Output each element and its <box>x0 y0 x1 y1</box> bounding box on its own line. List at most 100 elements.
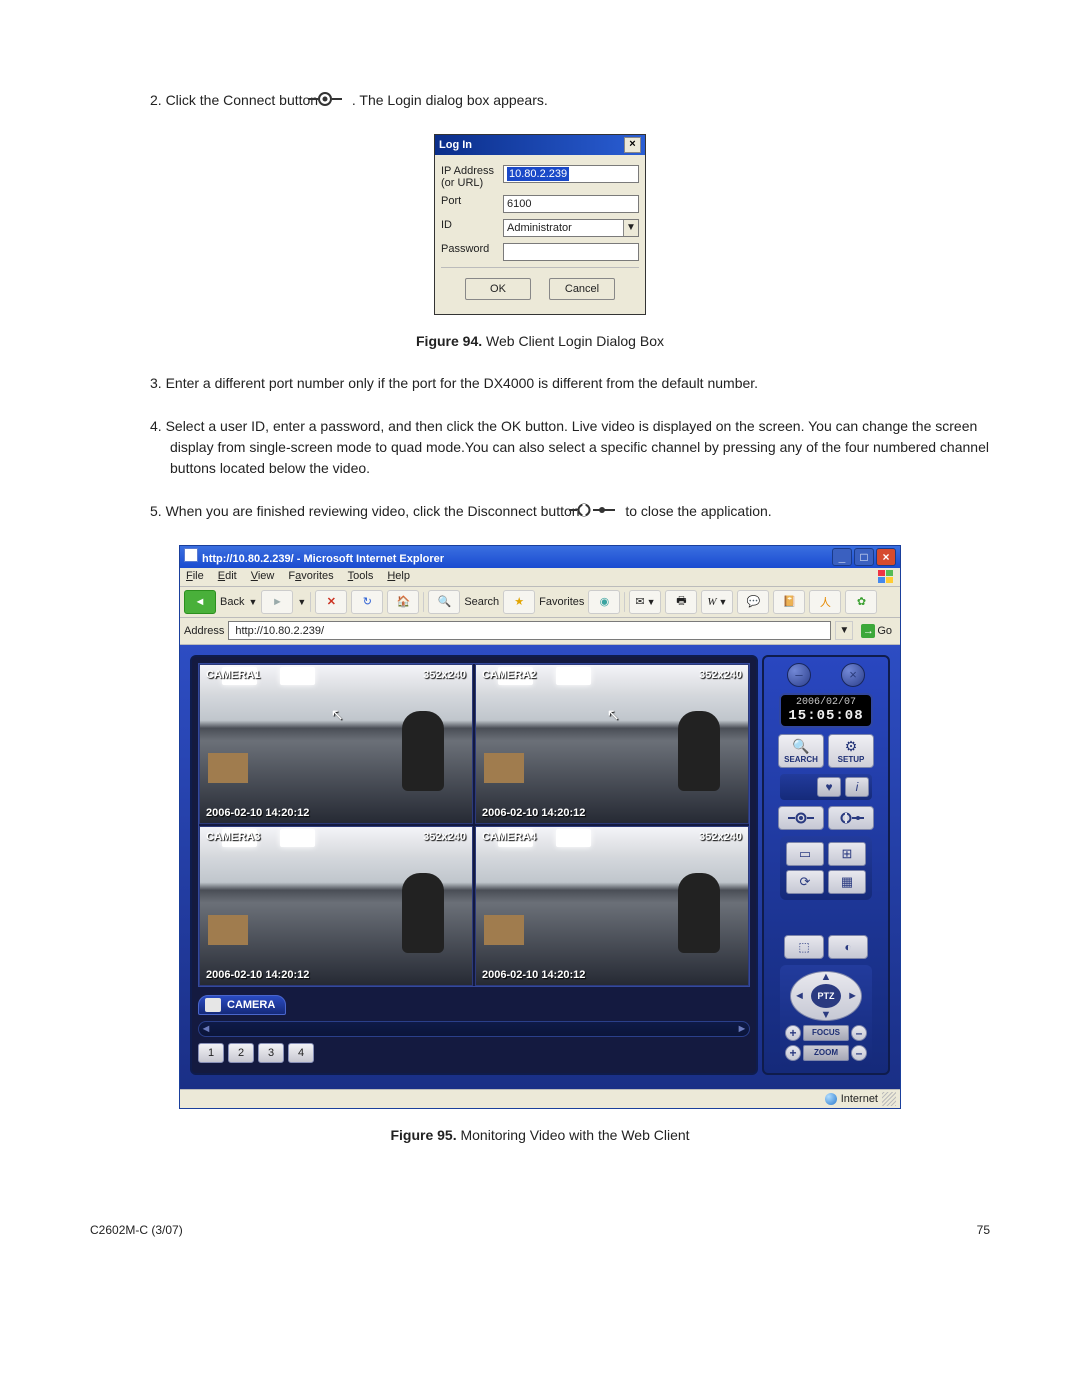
login-titlebar: Log In × <box>435 135 645 155</box>
password-label: Password <box>441 243 503 255</box>
focus-minus-icon[interactable]: – <box>851 1025 867 1041</box>
cursor-icon: ↖ <box>331 705 344 725</box>
resize-grip-icon[interactable] <box>882 1092 896 1106</box>
zoom-minus-icon[interactable]: – <box>851 1045 867 1061</box>
focus-plus-icon[interactable]: + <box>785 1025 801 1041</box>
sequence-icon[interactable]: ⟳ <box>786 870 824 894</box>
snapshot-icon[interactable]: ⬚ <box>784 935 824 959</box>
ie-menubar[interactable]: File Edit View Favorites Tools Help <box>180 568 900 587</box>
menu-tools: Tools <box>348 570 374 584</box>
clock-display: 2006/02/07 15:05:08 <box>779 693 873 728</box>
ip-label: IP Address (or URL) <box>441 165 503 189</box>
cancel-button[interactable]: Cancel <box>549 278 615 300</box>
ie-addressbar: Address http://10.80.2.239/ ▼ →Go <box>180 618 900 645</box>
layout-2x2-icon[interactable]: ⊞ <box>828 842 866 866</box>
page-icon <box>184 548 198 562</box>
ie-toolbar[interactable]: ◄ Back▼ ►▼ ✕ ↻ 🏠 🔍Search ★Favorites ◉ ✉▼… <box>180 587 900 618</box>
close-panel-icon[interactable]: × <box>841 663 865 687</box>
home-icon[interactable]: 🏠 <box>387 590 419 614</box>
channel-button-2[interactable]: 2 <box>228 1043 254 1063</box>
timeline-scrubber[interactable]: ◄ ► <box>198 1021 750 1037</box>
chevron-down-icon[interactable]: ▼ <box>835 621 853 640</box>
ok-button[interactable]: OK <box>465 278 531 300</box>
close-icon[interactable]: × <box>624 137 641 153</box>
ie-statusbar: Internet <box>180 1089 900 1108</box>
channel-button-3[interactable]: 3 <box>258 1043 284 1063</box>
figure-94-caption: Figure 94. Web Client Login Dialog Box <box>90 333 990 349</box>
aim-icon[interactable]: 人 <box>809 590 841 614</box>
minimize-icon[interactable]: _ <box>832 548 852 566</box>
menu-view: View <box>251 570 275 584</box>
step-4: 4. Select a user ID, enter a password, a… <box>150 416 990 479</box>
ptz-down-icon: ▼ <box>821 1009 832 1021</box>
camera-icon <box>205 998 221 1012</box>
ptz-up-icon: ▲ <box>821 971 832 983</box>
ie-titlebar: http://10.80.2.239/ - Microsoft Internet… <box>180 546 900 568</box>
id-select[interactable]: Administrator ▼ <box>503 219 639 237</box>
go-button[interactable]: →Go <box>857 622 896 640</box>
id-label: ID <box>441 219 503 231</box>
info-icon[interactable]: i <box>845 777 869 797</box>
camera-view-2[interactable]: ↖CAMERA2352x2402006-02-10 14:20:12 <box>475 664 749 824</box>
camera-tab[interactable]: CAMERA <box>198 995 286 1015</box>
edit-icon[interactable]: W▼ <box>701 590 733 614</box>
back-button[interactable]: ◄ <box>184 590 216 614</box>
password-input[interactable] <box>503 243 639 261</box>
chevron-down-icon[interactable]: ▼ <box>623 220 638 236</box>
print-icon[interactable]: 🖶 <box>665 590 697 614</box>
history-icon[interactable]: ◉ <box>588 590 620 614</box>
ptz-center: PTZ <box>811 984 841 1008</box>
setup-button[interactable]: ⚙SETUP <box>828 734 874 768</box>
search-button[interactable]: 🔍SEARCH <box>778 734 824 768</box>
control-panel: – × 2006/02/07 15:05:08 🔍SEARCH ⚙SETUP ♥… <box>762 655 890 1075</box>
mail-icon[interactable]: ✉▼ <box>629 590 661 614</box>
fullscreen-icon[interactable]: ▦ <box>828 870 866 894</box>
forward-button[interactable]: ► <box>261 590 293 614</box>
ie-window: http://10.80.2.239/ - Microsoft Internet… <box>179 545 901 1109</box>
channel-button-4[interactable]: 4 <box>288 1043 314 1063</box>
messenger-icon[interactable]: 💬 <box>737 590 769 614</box>
minimize-panel-icon[interactable]: – <box>787 663 811 687</box>
figure-95-caption: Figure 95. Monitoring Video with the Web… <box>90 1127 990 1143</box>
url-input[interactable]: http://10.80.2.239/ <box>228 621 831 640</box>
favorites-button[interactable]: ★ <box>503 590 535 614</box>
zoom-plus-icon[interactable]: + <box>785 1045 801 1061</box>
step-5: 5. When you are finished reviewing video… <box>150 501 990 523</box>
dvr-web-client: ↖CAMERA1352x2402006-02-10 14:20:12↖CAMER… <box>180 645 900 1089</box>
step-2: 2. Click the Connect button . The Login … <box>150 90 990 112</box>
connect-button[interactable] <box>778 806 824 830</box>
health-icon[interactable]: ♥ <box>817 777 841 797</box>
refresh-icon[interactable]: ↻ <box>351 590 383 614</box>
focus-label: FOCUS <box>803 1025 849 1041</box>
chevron-left-icon[interactable]: ◄ <box>199 1022 213 1036</box>
menu-favorites: Favorites <box>288 570 333 584</box>
stop-icon[interactable]: ✕ <box>315 590 347 614</box>
cursor-icon: ↖ <box>607 705 620 725</box>
icq-icon[interactable]: ✿ <box>845 590 877 614</box>
menu-edit: Edit <box>218 570 237 584</box>
layout-1x1-icon[interactable]: ▭ <box>786 842 824 866</box>
search-button[interactable]: 🔍 <box>428 590 460 614</box>
step-3: 3. Enter a different port number only if… <box>150 373 990 394</box>
chevron-right-icon[interactable]: ► <box>735 1022 749 1036</box>
brightness-icon[interactable]: ◐ <box>828 935 868 959</box>
page-footer: C2602M-C (3/07) 75 <box>90 1223 990 1237</box>
camera-view-4[interactable]: CAMERA4352x2402006-02-10 14:20:12 <box>475 826 749 986</box>
channel-button-1[interactable]: 1 <box>198 1043 224 1063</box>
ptz-left-icon: ◄ <box>794 990 805 1002</box>
maximize-icon[interactable]: □ <box>854 548 874 566</box>
camera-view-3[interactable]: CAMERA3352x2402006-02-10 14:20:12 <box>199 826 473 986</box>
disconnect-icon <box>589 502 615 523</box>
port-label: Port <box>441 195 503 207</box>
menu-file: File <box>186 570 204 584</box>
ip-input[interactable]: 10.80.2.239 <box>503 165 639 183</box>
camera-view-1[interactable]: ↖CAMERA1352x2402006-02-10 14:20:12 <box>199 664 473 824</box>
menu-help: Help <box>387 570 410 584</box>
disconnect-button[interactable] <box>828 806 874 830</box>
port-input[interactable]: 6100 <box>503 195 639 213</box>
ptz-dpad[interactable]: ▲ ▼ ◄ ► PTZ <box>790 971 862 1021</box>
close-icon[interactable]: × <box>876 548 896 566</box>
research-icon[interactable]: 📔 <box>773 590 805 614</box>
ptz-right-icon: ► <box>847 990 858 1002</box>
connect-icon <box>328 91 342 112</box>
